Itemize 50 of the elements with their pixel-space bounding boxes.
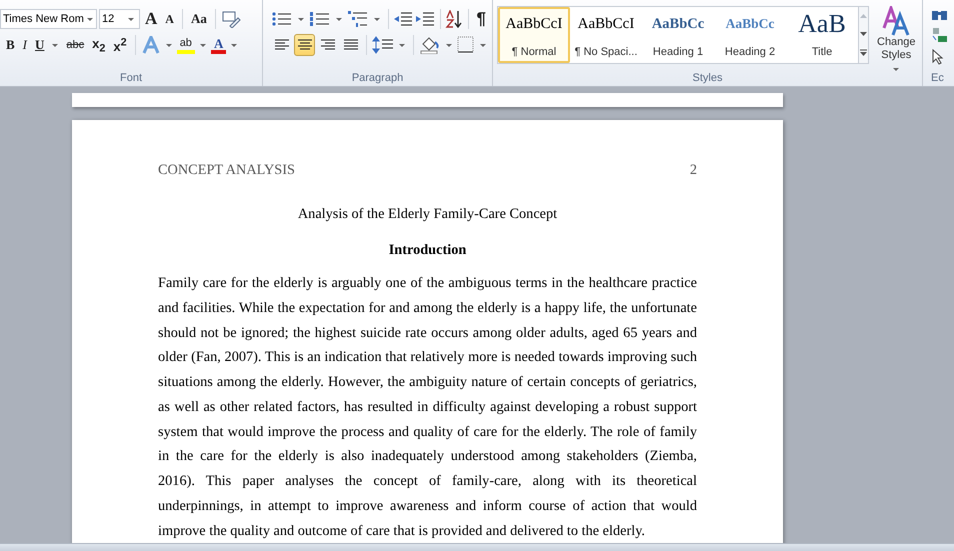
align-button[interactable]	[294, 34, 316, 56]
line-spacing-icon[interactable]	[372, 36, 394, 54]
font-name-dropdown[interactable]: Times New Rom	[0, 9, 97, 29]
bullets-icon[interactable]	[271, 11, 293, 27]
style-item[interactable]: AaB Title	[786, 7, 858, 63]
strikethrough-button[interactable]: abc	[63, 34, 88, 56]
superscript-button[interactable]: x$^{2}$	[110, 34, 130, 56]
clear-formatting-icon[interactable]	[220, 10, 241, 28]
group-label: Paragraph	[350, 72, 404, 84]
multilevel-list-icon[interactable]	[347, 10, 369, 28]
running-head: CONCEPT ANALYSIS	[158, 161, 295, 179]
align-lines-icon	[274, 38, 290, 52]
style-item[interactable]: AaBbCc Heading 2	[714, 7, 786, 63]
align-lines-icon	[320, 38, 336, 52]
style-item[interactable]: AaBbCc Heading 1	[642, 7, 714, 63]
gallery-scrollbar[interactable]	[859, 6, 869, 64]
change-case-button[interactable]: Aa	[188, 8, 210, 30]
style-item[interactable]: AaBbCcI ¶ Normal	[498, 7, 570, 63]
increase-indent-icon[interactable]	[415, 11, 436, 27]
subscript-button[interactable]: x$_{2}$	[89, 34, 108, 56]
font-color-button[interactable]: A	[210, 36, 226, 54]
grow-font-button[interactable]: A	[142, 8, 160, 30]
decrease-indent-icon[interactable]	[393, 11, 414, 27]
shrink-font-button[interactable]: A	[162, 8, 177, 30]
borders-icon[interactable]	[457, 36, 475, 54]
align-lines-icon	[342, 38, 359, 52]
more-styles-icon[interactable]	[859, 49, 868, 57]
italic-button[interactable]: I	[20, 34, 30, 56]
body-paragraph: Family care for the elderly is arguably one of the ambiguous terms in the healthcare practice and facilities. While the expectation for and among the elderly is a happy life, the unfortunate should not be ignored; the highest suicide rate occurs among older adults, aged 65 years and older (Fan, 2007). This is an indication that relatively more is needed towards improving such situations among the elderly. However, the ambiguity nature of certain concepts of geriatrics, as well as other related factors, has resulted in difficulty against developing a robust support system that would improve the process and quality of care for the elderly. The role of family in the care for the elderly is also inadequately understood among stakeholders (Ziemba, 2016). This paper analyses the concept of family-care, along with its theoretical underpinnings, in attempt to improve awareness and inform course of action that would improve the quality and outcome of care that is provided and delivered to the elderly.	[158, 274, 697, 540]
pointer-icon[interactable]	[931, 49, 945, 65]
scroll-down-icon[interactable]	[859, 31, 868, 37]
document-title: Analysis of the Elderly Family-Care Concept	[296, 205, 558, 223]
bold-button[interactable]: B	[3, 34, 18, 56]
paint-bucket-icon[interactable]	[419, 36, 441, 54]
underline-button[interactable]: U	[32, 34, 48, 56]
highlight-button[interactable]: ab	[176, 36, 195, 54]
change-styles-button[interactable]: Change Styles	[873, 6, 920, 75]
numbering-icon[interactable]	[309, 11, 331, 27]
style-item[interactable]: AaBbCcI ¶ No Spaci...	[570, 7, 642, 63]
change-styles-icon	[881, 6, 912, 36]
group-label: Styles	[692, 72, 724, 84]
group-label: Ec	[930, 72, 945, 84]
font-size-dropdown[interactable]: 12	[99, 9, 140, 29]
sort-icon[interactable]	[445, 10, 464, 28]
replace-icon[interactable]	[931, 27, 949, 43]
section-heading: Introduction	[388, 241, 468, 259]
group-label: Font	[118, 72, 143, 84]
page-number: 2	[690, 161, 697, 179]
show-formatting-button[interactable]: ¶	[474, 8, 489, 30]
align-lines-icon	[296, 38, 313, 52]
